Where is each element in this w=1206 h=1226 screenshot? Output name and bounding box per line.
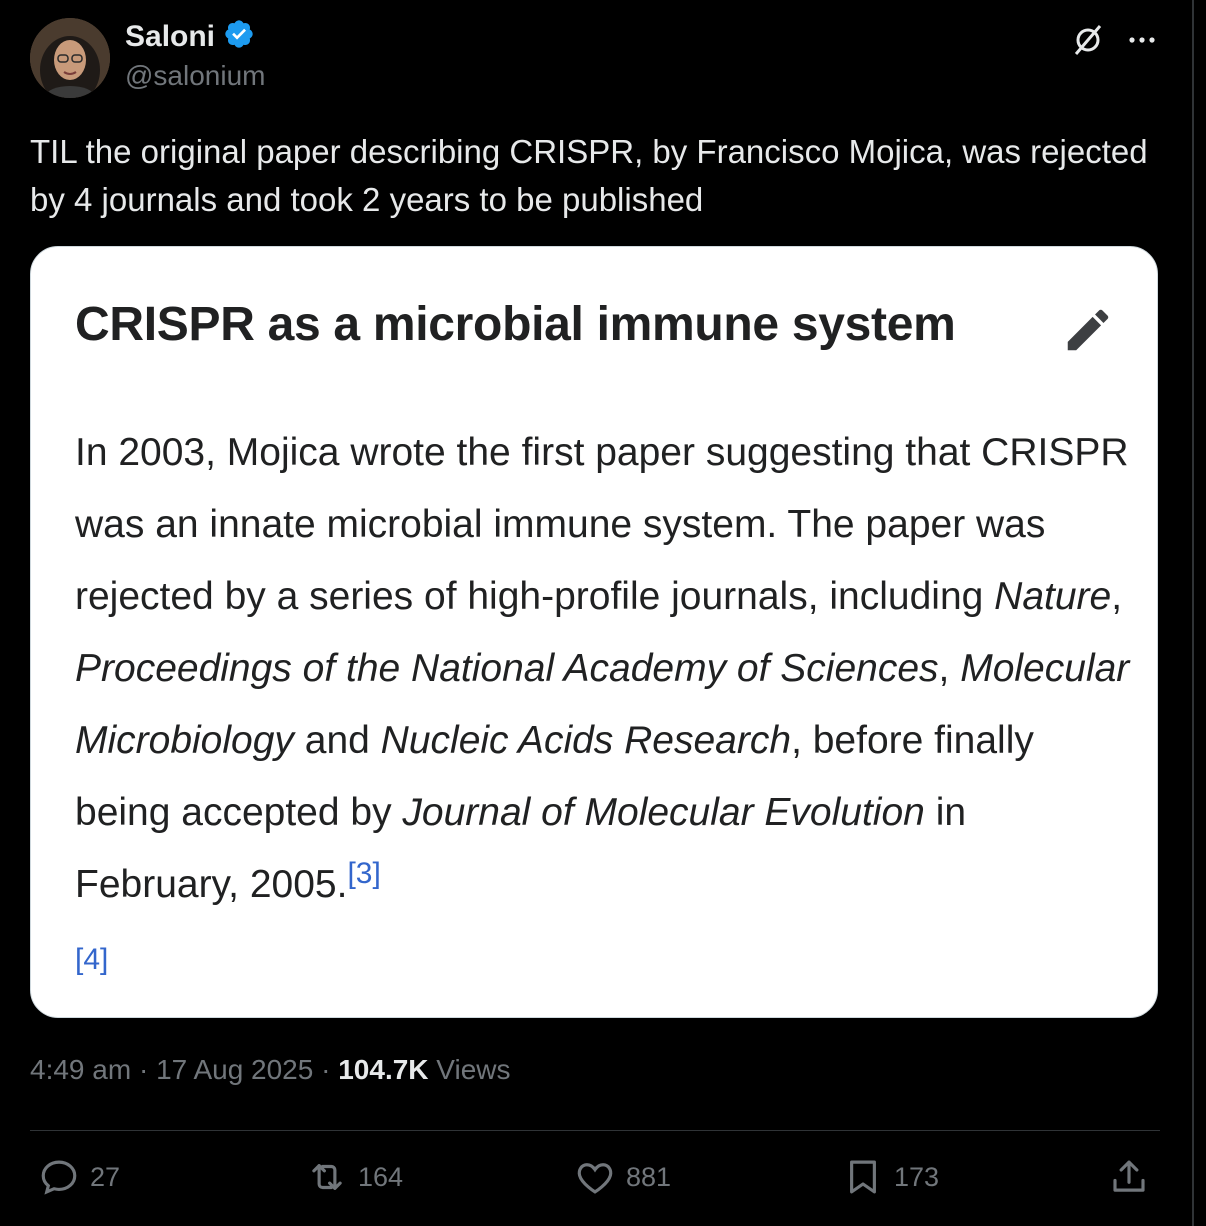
pencil-edit-icon: [1061, 303, 1115, 357]
bookmark-icon: [850, 1160, 876, 1194]
journal-name: Nature: [994, 575, 1112, 618]
tweet-text: TIL the original paper describing CRISPR…: [30, 133, 1148, 218]
body-text: ,: [1111, 575, 1123, 618]
views-label: Views: [428, 1054, 511, 1085]
body-text: In 2003, Mojica wrote the first paper su…: [75, 431, 1129, 618]
journal-name: Journal of Molecular Evolution: [402, 791, 925, 834]
share-button[interactable]: [1108, 1156, 1150, 1198]
reply-icon: [41, 1160, 77, 1195]
attached-image-card[interactable]: CRISPR as a microbial immune system In 2…: [30, 246, 1158, 1018]
heart-icon: [577, 1163, 613, 1194]
tweet-meta: 4:49 am · 17 Aug 2025 · 104.7K Views: [30, 1054, 511, 1086]
card-title: CRISPR as a microbial immune system: [75, 298, 956, 351]
tweet-date[interactable]: 17 Aug 2025: [156, 1054, 313, 1085]
share-icon: [1113, 1160, 1145, 1192]
right-edge-border: [1192, 0, 1194, 1226]
repost-button[interactable]: 164: [306, 1156, 403, 1198]
body-text: and: [293, 719, 381, 762]
views-count: 104.7K: [338, 1054, 429, 1085]
author-name-row[interactable]: Saloni: [125, 18, 255, 55]
card-body: In 2003, Mojica wrote the first paper su…: [75, 417, 1135, 996]
tweet-time[interactable]: 4:49 am: [30, 1054, 131, 1085]
bookmark-count: 173: [894, 1161, 940, 1192]
like-button[interactable]: 881: [574, 1156, 671, 1198]
journal-name: Proceedings of the National Academy of S…: [75, 647, 939, 690]
bookmark-button[interactable]: 173: [842, 1156, 939, 1198]
divider: [30, 1130, 1160, 1131]
separator: ·: [131, 1054, 157, 1085]
more-options-icon[interactable]: [1124, 22, 1160, 58]
repost-count: 164: [358, 1161, 404, 1192]
like-count: 881: [626, 1161, 672, 1192]
avatar[interactable]: [30, 18, 110, 98]
verified-badge-icon: [223, 18, 255, 55]
citation-link[interactable]: [4]: [75, 943, 108, 976]
journal-name: Nucleic Acids Research: [380, 719, 792, 762]
author-handle[interactable]: @salonium: [125, 60, 265, 92]
author-name[interactable]: Saloni: [125, 20, 215, 54]
grok-icon[interactable]: [1070, 22, 1106, 58]
reply-count: 27: [90, 1161, 121, 1192]
body-text: ,: [938, 647, 961, 690]
reply-button[interactable]: 27: [38, 1156, 120, 1198]
repost-icon: [312, 1164, 342, 1190]
separator: ·: [313, 1054, 339, 1085]
citation-link[interactable]: [3]: [347, 857, 380, 890]
